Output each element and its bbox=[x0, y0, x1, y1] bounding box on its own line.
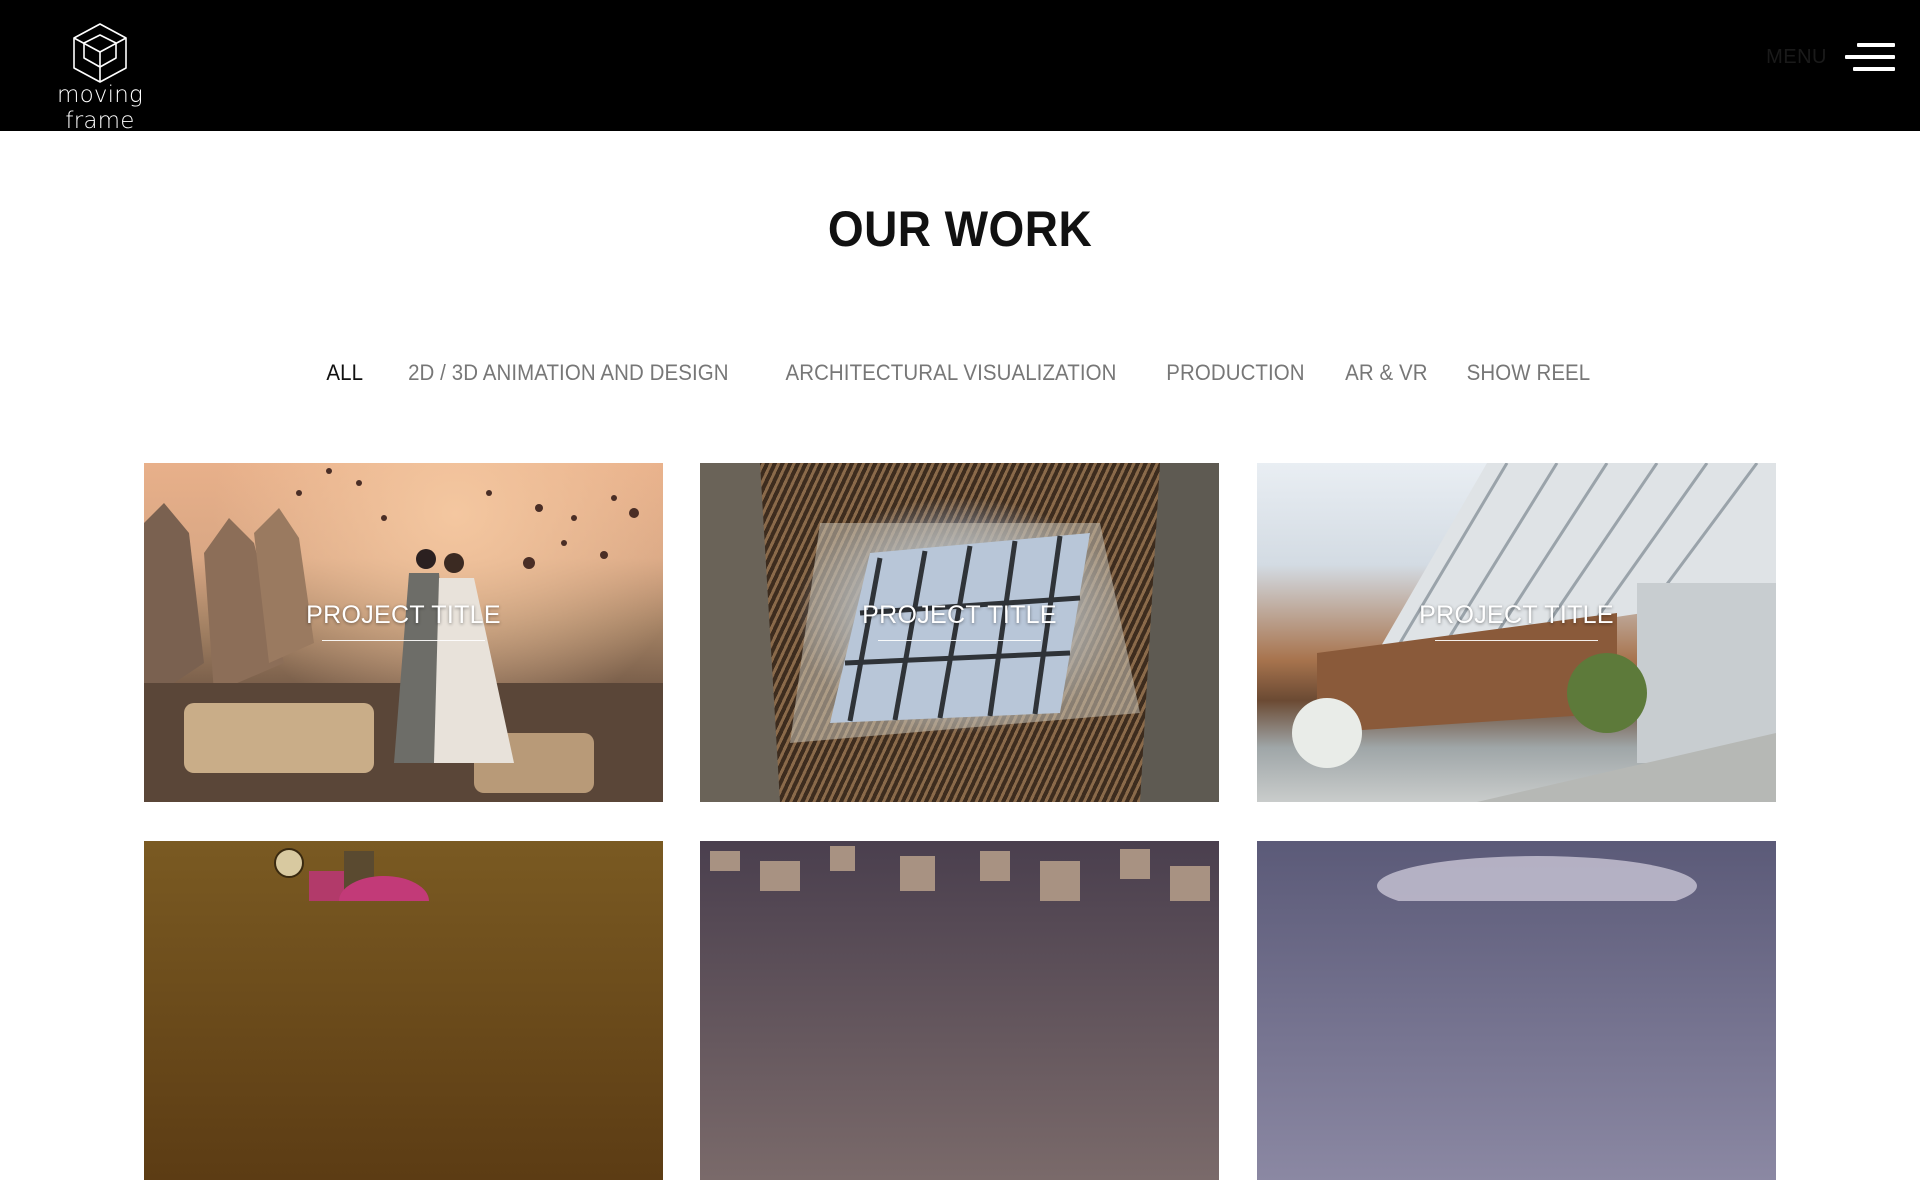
project-title: PROJECT TITLE bbox=[862, 601, 1057, 629]
cloudy-sky-image bbox=[1377, 856, 1697, 901]
cube-logo-icon bbox=[73, 23, 127, 83]
project-thumbnail bbox=[700, 463, 1219, 802]
project-card[interactable]: PROJECT TITLE bbox=[1257, 463, 1776, 802]
menu-button[interactable]: MENU bbox=[1766, 40, 1895, 74]
filter-production[interactable]: PRODUCTION bbox=[1166, 360, 1304, 386]
filter-animation-design[interactable]: 2D / 3D ANIMATION AND DESIGN bbox=[408, 360, 729, 386]
page-title: OUR WORK bbox=[827, 201, 1093, 257]
project-card[interactable] bbox=[1257, 841, 1776, 1180]
modern-building-image bbox=[1292, 463, 1776, 802]
title-underline bbox=[878, 640, 1041, 641]
filter-all[interactable]: ALL bbox=[326, 360, 363, 386]
site-header: moving frame MENU bbox=[0, 0, 1920, 134]
project-title: PROJECT TITLE bbox=[1419, 601, 1614, 629]
project-title: PROJECT TITLE bbox=[306, 601, 501, 629]
logo-text: moving frame bbox=[56, 82, 144, 134]
project-thumbnail bbox=[144, 463, 663, 802]
filter-architectural-visualization[interactable]: ARCHITECTURAL VISUALIZATION bbox=[785, 360, 1116, 386]
filter-ar-vr[interactable]: AR & VR bbox=[1345, 360, 1428, 386]
project-card[interactable] bbox=[700, 841, 1219, 1180]
project-thumbnail bbox=[144, 841, 663, 1180]
project-thumbnail bbox=[700, 841, 1219, 1180]
atrium-skylight-image bbox=[700, 463, 1219, 802]
project-card[interactable] bbox=[144, 841, 663, 1180]
filter-bar: ALL 2D / 3D ANIMATION AND DESIGN ARCHITE… bbox=[0, 360, 1920, 386]
title-underline bbox=[322, 640, 485, 641]
project-thumbnail bbox=[1257, 463, 1776, 802]
project-thumbnail bbox=[1257, 841, 1776, 1180]
hamburger-icon bbox=[1845, 41, 1895, 73]
project-card[interactable]: PROJECT TITLE bbox=[144, 463, 663, 802]
menu-label: MENU bbox=[1766, 45, 1827, 68]
city-aerial-image bbox=[710, 846, 1210, 901]
filter-show-reel[interactable]: SHOW REEL bbox=[1467, 360, 1591, 386]
room-scene-image bbox=[274, 848, 429, 901]
wedding-scene-image bbox=[144, 468, 663, 802]
title-underline bbox=[1435, 640, 1598, 641]
logo[interactable]: moving frame bbox=[22, 22, 178, 134]
project-card[interactable]: PROJECT TITLE bbox=[700, 463, 1219, 802]
